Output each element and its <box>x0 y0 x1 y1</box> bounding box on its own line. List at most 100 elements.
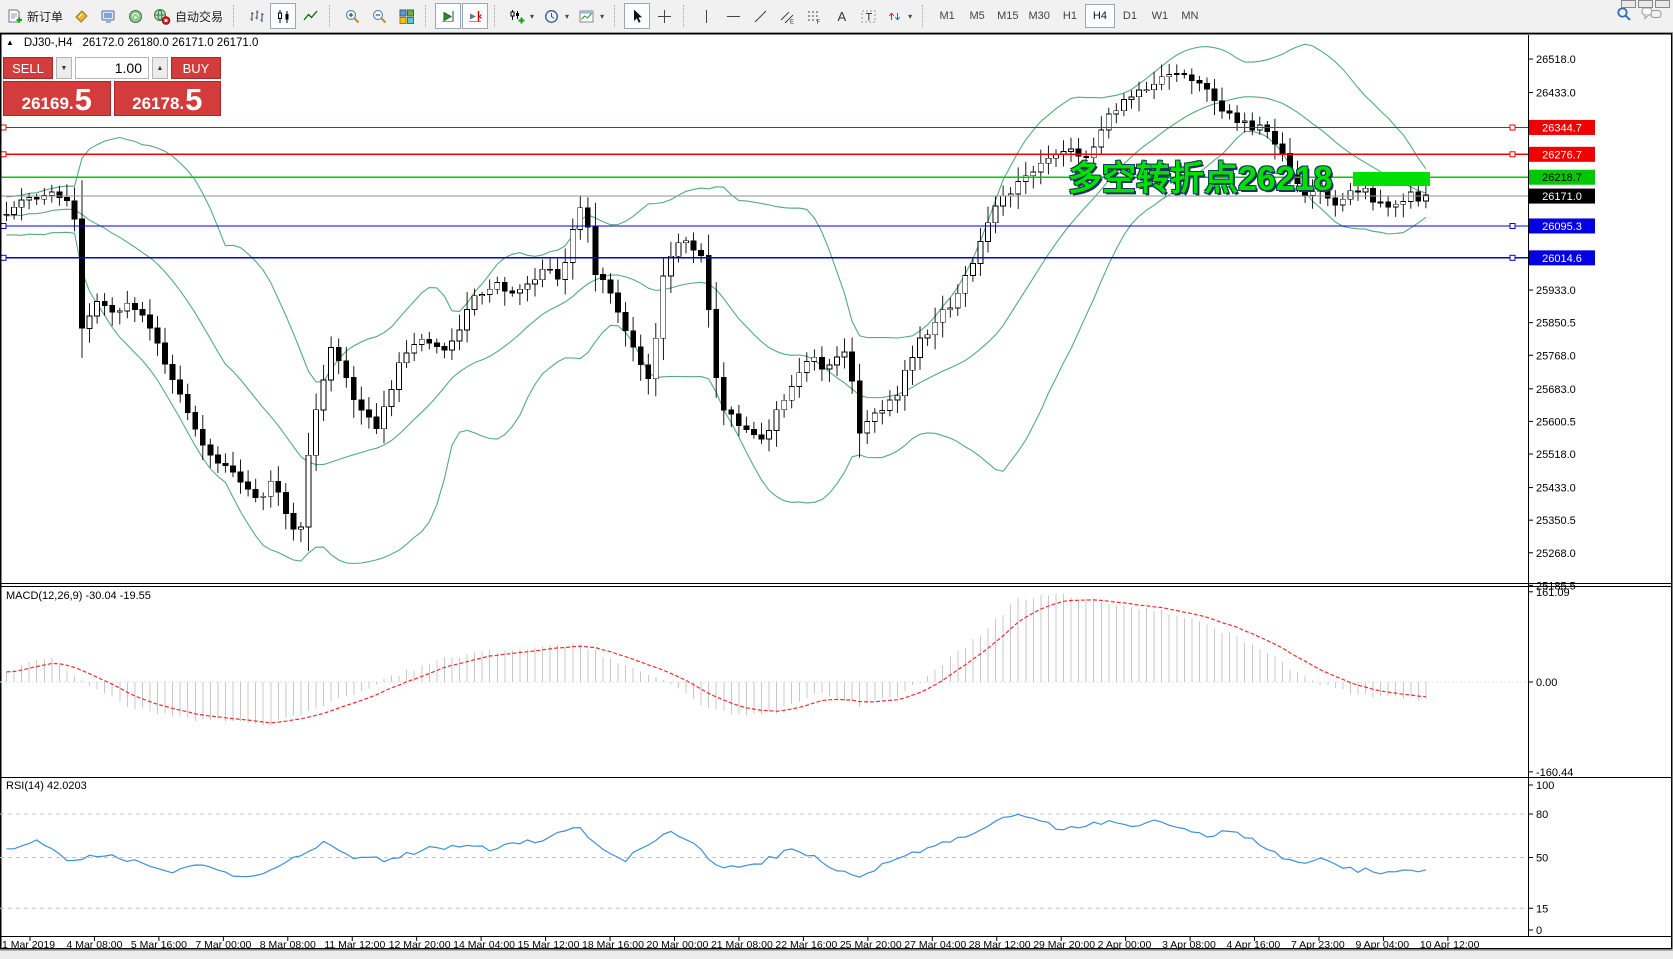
svg-text:26171.0: 26171.0 <box>1542 191 1582 203</box>
sell-button[interactable]: SELL <box>3 57 53 79</box>
close-button[interactable] <box>1655 0 1670 8</box>
shapes-dropdown[interactable]: ▾ <box>882 3 916 29</box>
toolbar-separator <box>922 5 927 27</box>
line-handle[interactable] <box>1 255 6 260</box>
mt4-window: 新订单 自动交易 <box>0 0 1673 959</box>
crosshair-icon <box>656 8 673 25</box>
trendline-icon <box>752 8 769 25</box>
new-chart-dropdown[interactable]: ▾ <box>504 3 538 29</box>
tf-button-m30[interactable]: M30 <box>1024 4 1055 28</box>
autotrading-label: 自动交易 <box>175 8 223 25</box>
tf-button-m5[interactable]: M5 <box>962 4 992 28</box>
text-button[interactable]: A <box>828 3 854 29</box>
fibonacci-icon: F <box>806 8 823 25</box>
zoom-in-icon <box>344 8 361 25</box>
line-handle[interactable] <box>1 152 6 157</box>
chart-annotation-text[interactable]: 多空转折点26218 <box>1068 151 1333 200</box>
line-chart-button[interactable] <box>297 3 323 29</box>
candlestick-chart-button[interactable] <box>270 3 296 29</box>
line-chart-icon <box>302 8 319 25</box>
clock-icon <box>543 8 560 25</box>
minimize-button[interactable] <box>1621 0 1636 8</box>
rsi-name: RSI(14) <box>6 780 44 792</box>
zoom-out-button[interactable] <box>366 3 392 29</box>
line-handle[interactable] <box>1 224 6 229</box>
tile-windows-button[interactable] <box>393 3 419 29</box>
svg-text:11 Mar 12:00: 11 Mar 12:00 <box>324 939 385 950</box>
rsi-panel: 1008050150 <box>0 780 1554 937</box>
restore-button[interactable] <box>1638 0 1653 8</box>
svg-text:50: 50 <box>1536 853 1548 865</box>
svg-text:25433.0: 25433.0 <box>1536 483 1576 495</box>
volume-input[interactable] <box>75 57 149 79</box>
trendline-button[interactable] <box>747 3 773 29</box>
line-handle[interactable] <box>1510 255 1515 260</box>
panel-borders <box>0 34 1672 949</box>
terminal-button[interactable] <box>95 3 121 29</box>
highlight-bar[interactable] <box>1353 172 1430 186</box>
line-handle[interactable] <box>1510 224 1515 229</box>
collapse-triangle-icon[interactable]: ▲ <box>6 39 14 47</box>
svg-text:26276.7: 26276.7 <box>1542 149 1582 161</box>
tf-button-h1[interactable]: H1 <box>1055 4 1085 28</box>
crosshair-button[interactable] <box>651 3 677 29</box>
chart-canvas[interactable]: 26518.026433.025933.025850.525768.025683… <box>0 33 1673 950</box>
candles <box>4 64 1428 551</box>
svg-text:26014.6: 26014.6 <box>1542 253 1582 265</box>
cursor-button[interactable] <box>624 3 650 29</box>
horizontal-line-button[interactable] <box>720 3 746 29</box>
vertical-line-button[interactable] <box>693 3 719 29</box>
svg-text:7 Apr 23:00: 7 Apr 23:00 <box>1291 939 1345 950</box>
sell-price-button[interactable]: 26169.5 <box>3 81 111 116</box>
svg-text:8 Mar 08:00: 8 Mar 08:00 <box>260 939 316 950</box>
line-handle[interactable] <box>1 125 6 130</box>
label-icon: T <box>860 8 877 25</box>
label-button[interactable]: T <box>855 3 881 29</box>
channel-button[interactable]: E <box>774 3 800 29</box>
bar-chart-button[interactable] <box>243 3 269 29</box>
tf-button-m15[interactable]: M15 <box>992 4 1023 28</box>
volume-decrease-button[interactable]: ▼ <box>56 57 72 79</box>
text-icon: A <box>833 8 850 25</box>
autotrading-icon <box>153 8 171 25</box>
svg-text:25518.0: 25518.0 <box>1536 449 1576 461</box>
legend-symbol: DJ30-,H4 <box>24 37 73 49</box>
dropdown-arrow-icon: ▾ <box>565 12 569 21</box>
line-handle[interactable] <box>1510 152 1515 157</box>
legend-ohlc: 26172.0 26180.0 26171.0 26171.0 <box>83 37 259 49</box>
fibonacci-button[interactable]: F <box>801 3 827 29</box>
market-watch-button[interactable] <box>68 3 94 29</box>
auto-scroll-button[interactable] <box>435 3 461 29</box>
timeframe-toolbar: M1M5M15M30H1H4D1W1MN <box>932 4 1205 28</box>
buy-button[interactable]: BUY <box>171 57 221 79</box>
tf-button-h4[interactable]: H4 <box>1085 4 1115 28</box>
volume-increase-button[interactable]: ▲ <box>152 57 168 79</box>
profiles-dropdown[interactable]: ▾ <box>539 3 573 29</box>
chart-window: 26518.026433.025933.025850.525768.025683… <box>0 33 1673 950</box>
tf-button-w1[interactable]: W1 <box>1145 4 1175 28</box>
new-order-label: 新订单 <box>27 8 63 25</box>
svg-text:12 Mar 20:00: 12 Mar 20:00 <box>389 939 451 950</box>
templates-dropdown[interactable]: ▾ <box>574 3 608 29</box>
svg-text:25600.5: 25600.5 <box>1536 416 1576 428</box>
new-order-button[interactable]: 新订单 <box>2 3 67 29</box>
buy-price-button[interactable]: 26178.5 <box>114 81 222 116</box>
tf-button-d1[interactable]: D1 <box>1115 4 1145 28</box>
tf-button-m1[interactable]: M1 <box>932 4 962 28</box>
svg-text:2 Apr 00:00: 2 Apr 00:00 <box>1098 939 1152 950</box>
toolbar-separator <box>614 5 619 27</box>
tf-button-mn[interactable]: MN <box>1175 4 1205 28</box>
svg-text:0: 0 <box>1536 925 1542 937</box>
svg-text:26218.7: 26218.7 <box>1542 172 1582 184</box>
chart-shift-button[interactable] <box>462 3 488 29</box>
macd-name: MACD(12,26,9) <box>6 590 82 602</box>
news-button[interactable] <box>122 3 148 29</box>
svg-text:1 Mar 2019: 1 Mar 2019 <box>2 939 55 950</box>
svg-text:3 Apr 08:00: 3 Apr 08:00 <box>1162 939 1216 950</box>
autotrading-button[interactable]: 自动交易 <box>149 3 227 29</box>
toolbar-separator <box>494 5 499 27</box>
rsi-value: 42.0203 <box>47 780 87 792</box>
zoom-in-button[interactable] <box>339 3 365 29</box>
channel-icon: E <box>779 8 796 25</box>
line-handle[interactable] <box>1510 125 1515 130</box>
